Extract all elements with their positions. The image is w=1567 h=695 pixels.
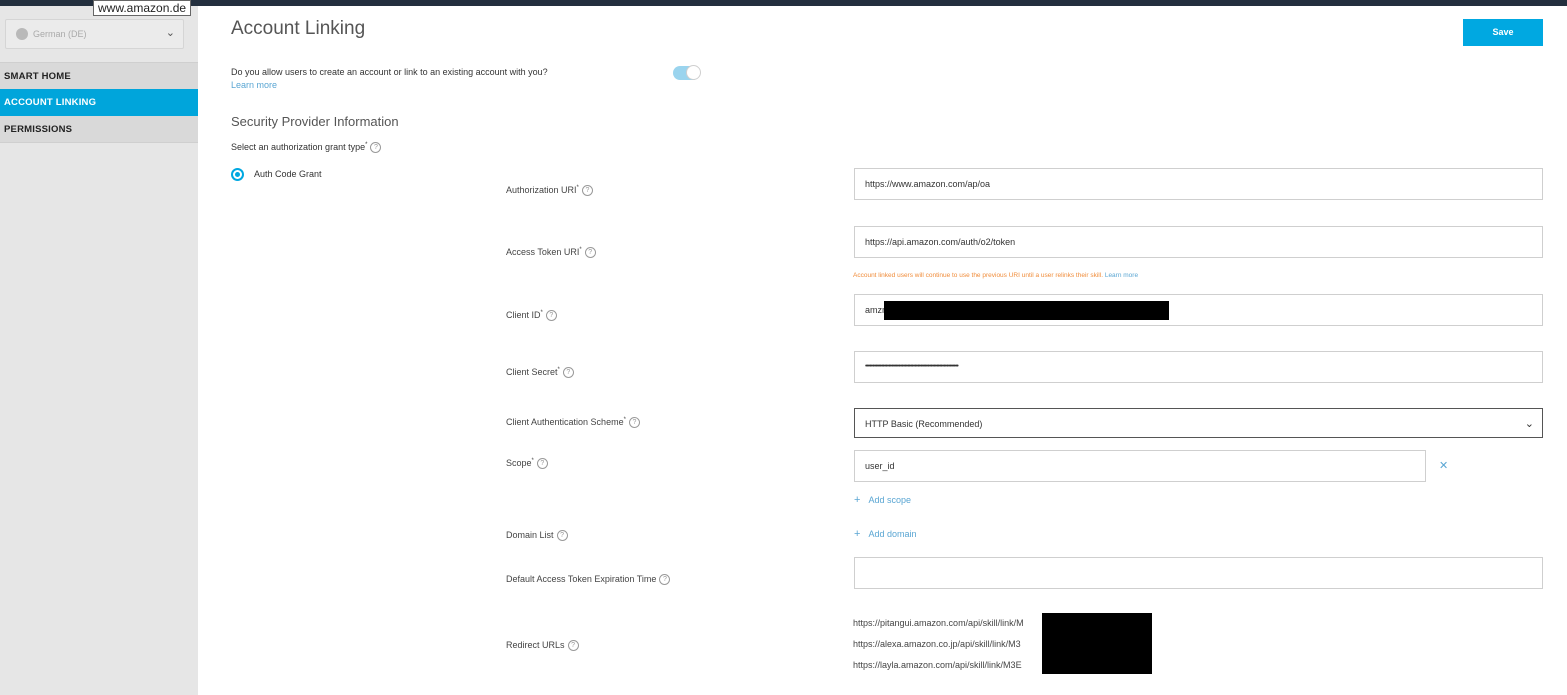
authorization-uri-input[interactable]: https://www.amazon.com/ap/oa	[854, 168, 1543, 200]
globe-icon	[16, 28, 28, 40]
help-icon[interactable]: ?	[628, 417, 640, 429]
help-icon[interactable]: ?	[584, 247, 596, 259]
remove-scope-icon[interactable]: ✕	[1439, 459, 1448, 472]
plus-icon: +	[854, 494, 861, 506]
access-token-note-text: Account linked users will continue to us…	[853, 272, 1104, 279]
help-icon[interactable]: ?	[556, 530, 568, 542]
locale-select[interactable]: German (DE) ⌄	[5, 19, 184, 49]
client-auth-scheme-text: Client Authentication Scheme	[506, 417, 624, 427]
auth-code-grant-radio[interactable]	[231, 168, 244, 181]
chevron-down-icon: ⌄	[165, 27, 175, 39]
help-icon[interactable]: ?	[370, 142, 382, 154]
authorization-uri-text: Authorization URI	[506, 185, 577, 195]
client-secret-text: Client Secret	[506, 367, 558, 377]
client-auth-scheme-value: HTTP Basic (Recommended)	[865, 419, 983, 429]
account-linking-question: Do you allow users to create an account …	[231, 67, 548, 77]
locale-label: German (DE)	[33, 29, 87, 39]
expiration-text: Default Access Token Expiration Time	[506, 574, 657, 584]
redaction-block	[884, 301, 1169, 320]
toggle-knob	[686, 65, 701, 80]
client-secret-label: Client Secret*?	[506, 367, 574, 379]
help-icon[interactable]: ?	[567, 640, 579, 652]
domain-list-label: Domain List?	[506, 530, 568, 542]
client-auth-scheme-label: Client Authentication Scheme*?	[506, 417, 640, 429]
help-icon[interactable]: ?	[536, 458, 548, 470]
sidebar: German (DE) ⌄ SMART HOME ACCOUNT LINKING…	[0, 6, 198, 695]
add-scope-button[interactable]: + Add scope	[854, 494, 911, 506]
access-note-learn-more-link[interactable]: Learn more	[1105, 272, 1138, 279]
client-id-label: Client ID*?	[506, 310, 557, 322]
section-title: Security Provider Information	[231, 114, 399, 129]
chevron-down-icon: ⌄	[1524, 418, 1534, 430]
client-id-text: Client ID	[506, 310, 541, 320]
add-scope-label: Add scope	[868, 495, 911, 505]
learn-more-link[interactable]: Learn more	[231, 80, 277, 90]
grant-type-label: Select an authorization grant type*?	[231, 142, 382, 154]
top-bar	[0, 0, 1567, 6]
access-token-uri-label: Access Token URI*?	[506, 247, 596, 259]
plus-icon: +	[854, 528, 861, 540]
help-icon[interactable]: ?	[659, 574, 671, 586]
add-domain-button[interactable]: + Add domain	[854, 528, 916, 540]
scope-text: Scope	[506, 458, 532, 468]
client-secret-input[interactable]: ••••••••••••••••••••••••••••••••••••••••…	[854, 351, 1543, 383]
account-linking-toggle[interactable]	[673, 65, 701, 80]
add-domain-label: Add domain	[868, 529, 917, 539]
access-token-uri-input[interactable]: https://api.amazon.com/auth/o2/token	[854, 226, 1543, 258]
scope-label: Scope*?	[506, 458, 548, 470]
sidebar-item-account-linking[interactable]: ACCOUNT LINKING	[0, 89, 198, 116]
auth-code-grant-label: Auth Code Grant	[254, 169, 322, 179]
url-tooltip: www.amazon.de	[93, 0, 192, 16]
save-button[interactable]: Save	[1463, 19, 1543, 46]
access-token-uri-text: Access Token URI	[506, 247, 580, 257]
redirect-urls-text: Redirect URLs	[506, 640, 565, 650]
client-auth-scheme-select[interactable]: HTTP Basic (Recommended) ⌄	[854, 408, 1543, 438]
access-token-note: Account linked users will continue to us…	[853, 272, 1138, 279]
scope-input[interactable]: user_id	[854, 450, 1426, 482]
help-icon[interactable]: ?	[545, 310, 557, 322]
redaction-block	[1042, 613, 1152, 674]
redirect-url: https://layla.amazon.com/api/skill/link/…	[853, 660, 1022, 670]
grant-type-text: Select an authorization grant type	[231, 142, 366, 152]
domain-list-text: Domain List	[506, 530, 554, 540]
help-icon[interactable]: ?	[581, 185, 593, 197]
authorization-uri-label: Authorization URI*?	[506, 185, 593, 197]
page-title: Account Linking	[231, 18, 366, 39]
sidebar-item-smart-home[interactable]: SMART HOME	[0, 62, 198, 89]
redirect-url: https://alexa.amazon.co.jp/api/skill/lin…	[853, 639, 1021, 649]
redirect-url: https://pitangui.amazon.com/api/skill/li…	[853, 618, 1024, 628]
expiration-label: Default Access Token Expiration Time?	[506, 574, 671, 586]
help-icon[interactable]: ?	[562, 367, 574, 379]
sidebar-item-permissions[interactable]: PERMISSIONS	[0, 116, 198, 143]
redirect-urls-label: Redirect URLs?	[506, 640, 579, 652]
expiration-input[interactable]	[854, 557, 1543, 589]
